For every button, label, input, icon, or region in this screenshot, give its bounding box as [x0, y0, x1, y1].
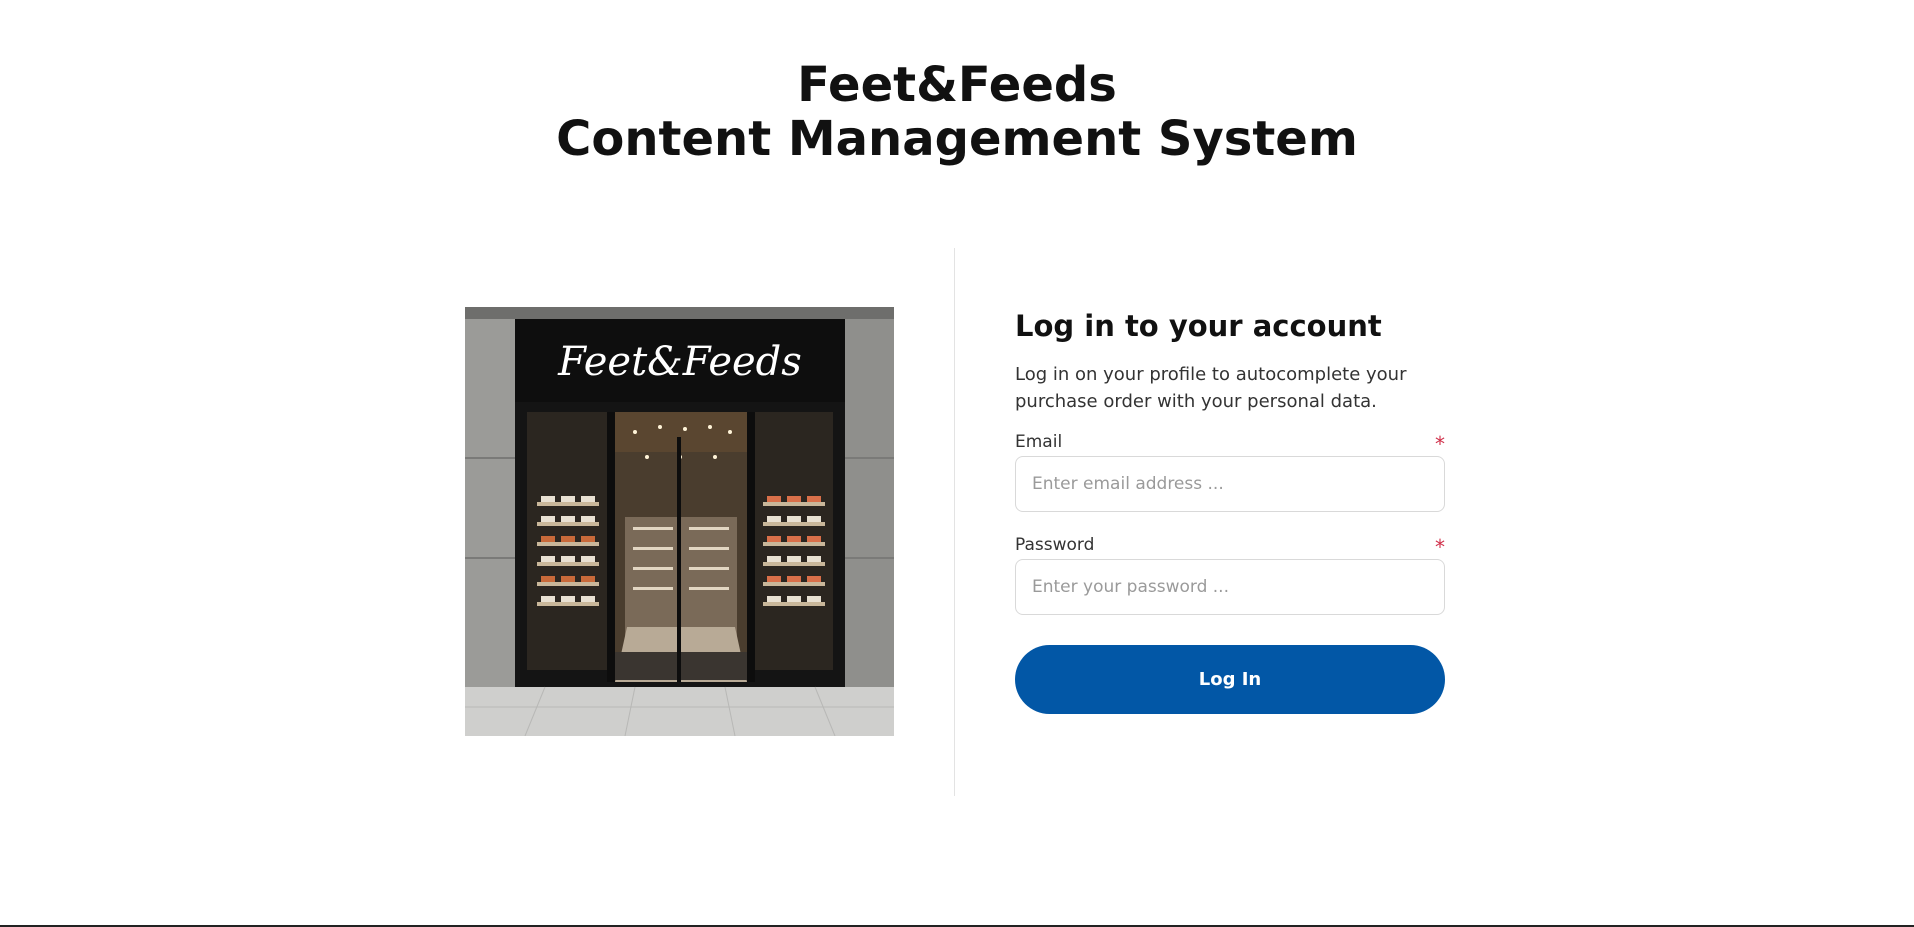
password-label-row: Password *	[1015, 534, 1445, 559]
login-heading: Log in to your account	[1015, 309, 1382, 343]
login-description: Log in on your profile to autocomplete y…	[1015, 364, 1407, 412]
login-button[interactable]: Log In	[1015, 645, 1445, 714]
email-label-row: Email *	[1015, 431, 1445, 456]
brand-name: Feet&Feeds	[797, 57, 1117, 113]
email-label: Email	[1015, 432, 1063, 452]
password-input[interactable]	[1015, 559, 1445, 615]
storefront-sign-text: Feet&Feeds	[557, 339, 802, 385]
email-required-mark: *	[1435, 432, 1445, 456]
password-label: Password	[1015, 535, 1095, 555]
password-field-group: Password *	[1015, 534, 1445, 615]
page-title: Feet&Feeds Content Management System	[0, 58, 1914, 166]
login-form: Log in to your account Log in on your pr…	[1015, 305, 1445, 714]
password-required-mark: *	[1435, 535, 1445, 559]
vertical-divider	[954, 248, 955, 796]
system-name: Content Management System	[556, 111, 1358, 167]
login-page: Feet&Feeds Content Management System Fee…	[0, 0, 1914, 927]
storefront-image: Feet&Feeds	[465, 307, 894, 736]
email-field-group: Email *	[1015, 431, 1445, 512]
email-input[interactable]	[1015, 456, 1445, 512]
